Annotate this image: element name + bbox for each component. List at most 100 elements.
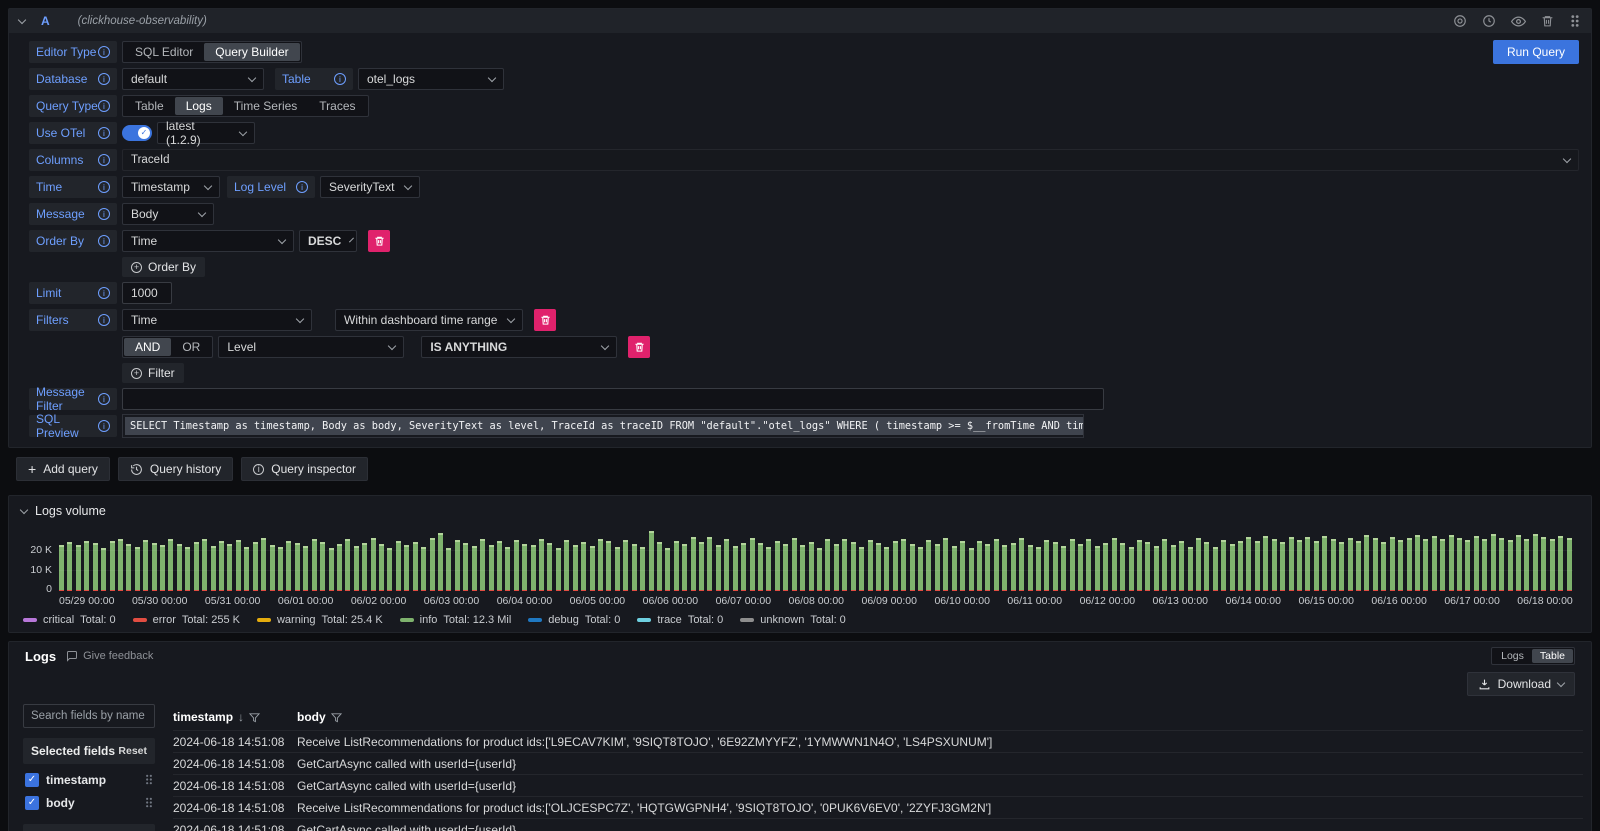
- drag-handle-icon[interactable]: [1569, 14, 1581, 28]
- legend-item-trace[interactable]: traceTotal: 0: [637, 614, 723, 626]
- volume-bar: [337, 544, 342, 591]
- legend-item-warning[interactable]: warningTotal: 25.4 K: [257, 614, 383, 626]
- checkbox-checked[interactable]: ✓: [25, 773, 39, 787]
- volume-bar: [926, 540, 931, 591]
- info-icon[interactable]: i: [98, 181, 110, 193]
- legend-item-critical[interactable]: criticalTotal: 0: [23, 614, 116, 626]
- volume-bar: [514, 540, 519, 591]
- info-icon[interactable]: i: [98, 208, 110, 220]
- order-by-field-select[interactable]: Time: [122, 230, 294, 252]
- legend-item-debug[interactable]: debugTotal: 0: [528, 614, 620, 626]
- filter-funnel-icon[interactable]: [331, 712, 342, 723]
- selected-field-timestamp[interactable]: ✓timestamp: [23, 768, 155, 791]
- remove-order-by-button[interactable]: [368, 230, 390, 252]
- remove-condition-button[interactable]: [628, 336, 650, 358]
- delete-icon[interactable]: [1541, 14, 1554, 28]
- info-icon[interactable]: i: [98, 46, 110, 58]
- timestamp-column-header[interactable]: timestamp ↓: [173, 710, 297, 724]
- info-icon[interactable]: i: [98, 420, 110, 432]
- remove-filter-button[interactable]: [534, 309, 556, 331]
- log-level-select[interactable]: SeverityText: [320, 176, 420, 198]
- download-button[interactable]: Download: [1467, 672, 1575, 696]
- info-icon[interactable]: i: [334, 73, 346, 85]
- volume-bar: [84, 541, 89, 591]
- filter-operator-select[interactable]: Within dashboard time range: [335, 309, 523, 331]
- collapse-chevron-icon[interactable]: [20, 505, 28, 513]
- volume-bar: [236, 540, 241, 591]
- info-icon[interactable]: i: [98, 393, 110, 405]
- logs-panel-header: Logs Give feedback Logs Table: [17, 642, 1583, 670]
- condition-field-select[interactable]: Level: [218, 336, 404, 358]
- info-icon[interactable]: i: [98, 235, 110, 247]
- view-table-option[interactable]: Table: [1532, 649, 1573, 663]
- add-filter-button[interactable]: + Filter: [122, 363, 184, 383]
- info-icon[interactable]: i: [98, 287, 110, 299]
- volume-bar: [1482, 539, 1487, 591]
- info-icon[interactable]: i: [296, 181, 308, 193]
- sql-editor-option[interactable]: SQL Editor: [124, 43, 204, 61]
- query-history-button[interactable]: Query history: [118, 457, 233, 481]
- checkbox-checked[interactable]: ✓: [25, 796, 39, 810]
- collapse-chevron-icon[interactable]: [18, 15, 26, 23]
- body-column-header[interactable]: body: [297, 710, 1583, 724]
- order-direction-select[interactable]: DESC: [299, 230, 357, 252]
- info-icon[interactable]: i: [98, 314, 110, 326]
- use-otel-toggle[interactable]: ✓: [122, 125, 152, 141]
- info-icon[interactable]: i: [98, 154, 110, 166]
- volume-bar: [1432, 536, 1437, 591]
- selected-fields-header: Selected fields Reset: [23, 738, 155, 764]
- table-select[interactable]: otel_logs: [358, 68, 504, 90]
- x-axis-tick: 05/31 00:00: [205, 595, 260, 607]
- table-row[interactable]: 2024-06-18 14:51:08Receive ListRecommend…: [173, 730, 1583, 752]
- reset-button[interactable]: Reset: [118, 745, 147, 757]
- legend-item-error[interactable]: errorTotal: 255 K: [133, 614, 240, 626]
- and-option[interactable]: AND: [124, 338, 171, 356]
- view-logs-option[interactable]: Logs: [1493, 649, 1532, 663]
- selected-field-body[interactable]: ✓body: [23, 791, 155, 814]
- logs-table-view-toggle: Logs Table: [1491, 647, 1575, 665]
- query-type-traces[interactable]: Traces: [308, 97, 366, 115]
- message-filter-input[interactable]: [122, 388, 1104, 410]
- info-icon[interactable]: i: [98, 100, 110, 112]
- message-select[interactable]: Body: [122, 203, 214, 225]
- query-type-logs[interactable]: Logs: [175, 97, 223, 115]
- chevron-down-icon: [488, 73, 496, 81]
- drag-handle-icon[interactable]: [145, 797, 153, 808]
- table-row[interactable]: 2024-06-18 14:51:08GetCartAsync called w…: [173, 774, 1583, 796]
- give-feedback-link[interactable]: Give feedback: [66, 650, 153, 662]
- query-type-time-series[interactable]: Time Series: [223, 97, 309, 115]
- table-row[interactable]: 2024-06-18 14:51:08Receive ListRecommend…: [173, 796, 1583, 818]
- info-icon[interactable]: i: [98, 73, 110, 85]
- query-type-table[interactable]: Table: [124, 97, 175, 115]
- legend-item-info[interactable]: infoTotal: 12.3 Mil: [400, 614, 512, 626]
- search-fields-input[interactable]: Search fields by name: [23, 704, 155, 728]
- table-row[interactable]: 2024-06-18 14:51:08GetCartAsync called w…: [173, 818, 1583, 831]
- otel-version-select[interactable]: latest (1.2.9): [157, 122, 255, 144]
- drag-handle-icon[interactable]: [145, 774, 153, 785]
- query-builder-option[interactable]: Query Builder: [204, 43, 299, 61]
- database-select[interactable]: default: [122, 68, 264, 90]
- query-row-header[interactable]: A (clickhouse-observability): [9, 9, 1591, 33]
- add-order-by-button[interactable]: + Order By: [122, 257, 205, 277]
- table-row[interactable]: 2024-06-18 14:51:08GetCartAsync called w…: [173, 752, 1583, 774]
- run-query-button[interactable]: Run Query: [1493, 40, 1579, 64]
- sort-desc-icon[interactable]: ↓: [238, 710, 244, 724]
- time-column-select[interactable]: Timestamp: [122, 176, 220, 198]
- filter-funnel-icon[interactable]: [249, 712, 260, 723]
- query-inspector-button[interactable]: i Query inspector: [241, 457, 368, 481]
- limit-input[interactable]: 1000: [122, 282, 172, 304]
- volume-bar: [522, 544, 527, 591]
- volume-bar: [691, 537, 696, 591]
- logs-volume-header[interactable]: Logs volume: [21, 503, 1579, 519]
- hide-eye-icon[interactable]: [1511, 14, 1526, 29]
- filter-field-select[interactable]: Time: [122, 309, 312, 331]
- query-footer-actions: + Add query Query history i Query inspec…: [16, 457, 1592, 481]
- legend-item-unknown[interactable]: unknownTotal: 0: [740, 614, 846, 626]
- condition-operator-select[interactable]: IS ANYTHING: [421, 336, 617, 358]
- history-icon[interactable]: [1482, 14, 1496, 28]
- info-icon[interactable]: i: [98, 127, 110, 139]
- columns-multiselect[interactable]: TraceId: [122, 149, 1579, 171]
- duplicate-icon[interactable]: [1453, 14, 1467, 28]
- or-option[interactable]: OR: [171, 338, 211, 356]
- add-query-button[interactable]: + Add query: [16, 457, 110, 481]
